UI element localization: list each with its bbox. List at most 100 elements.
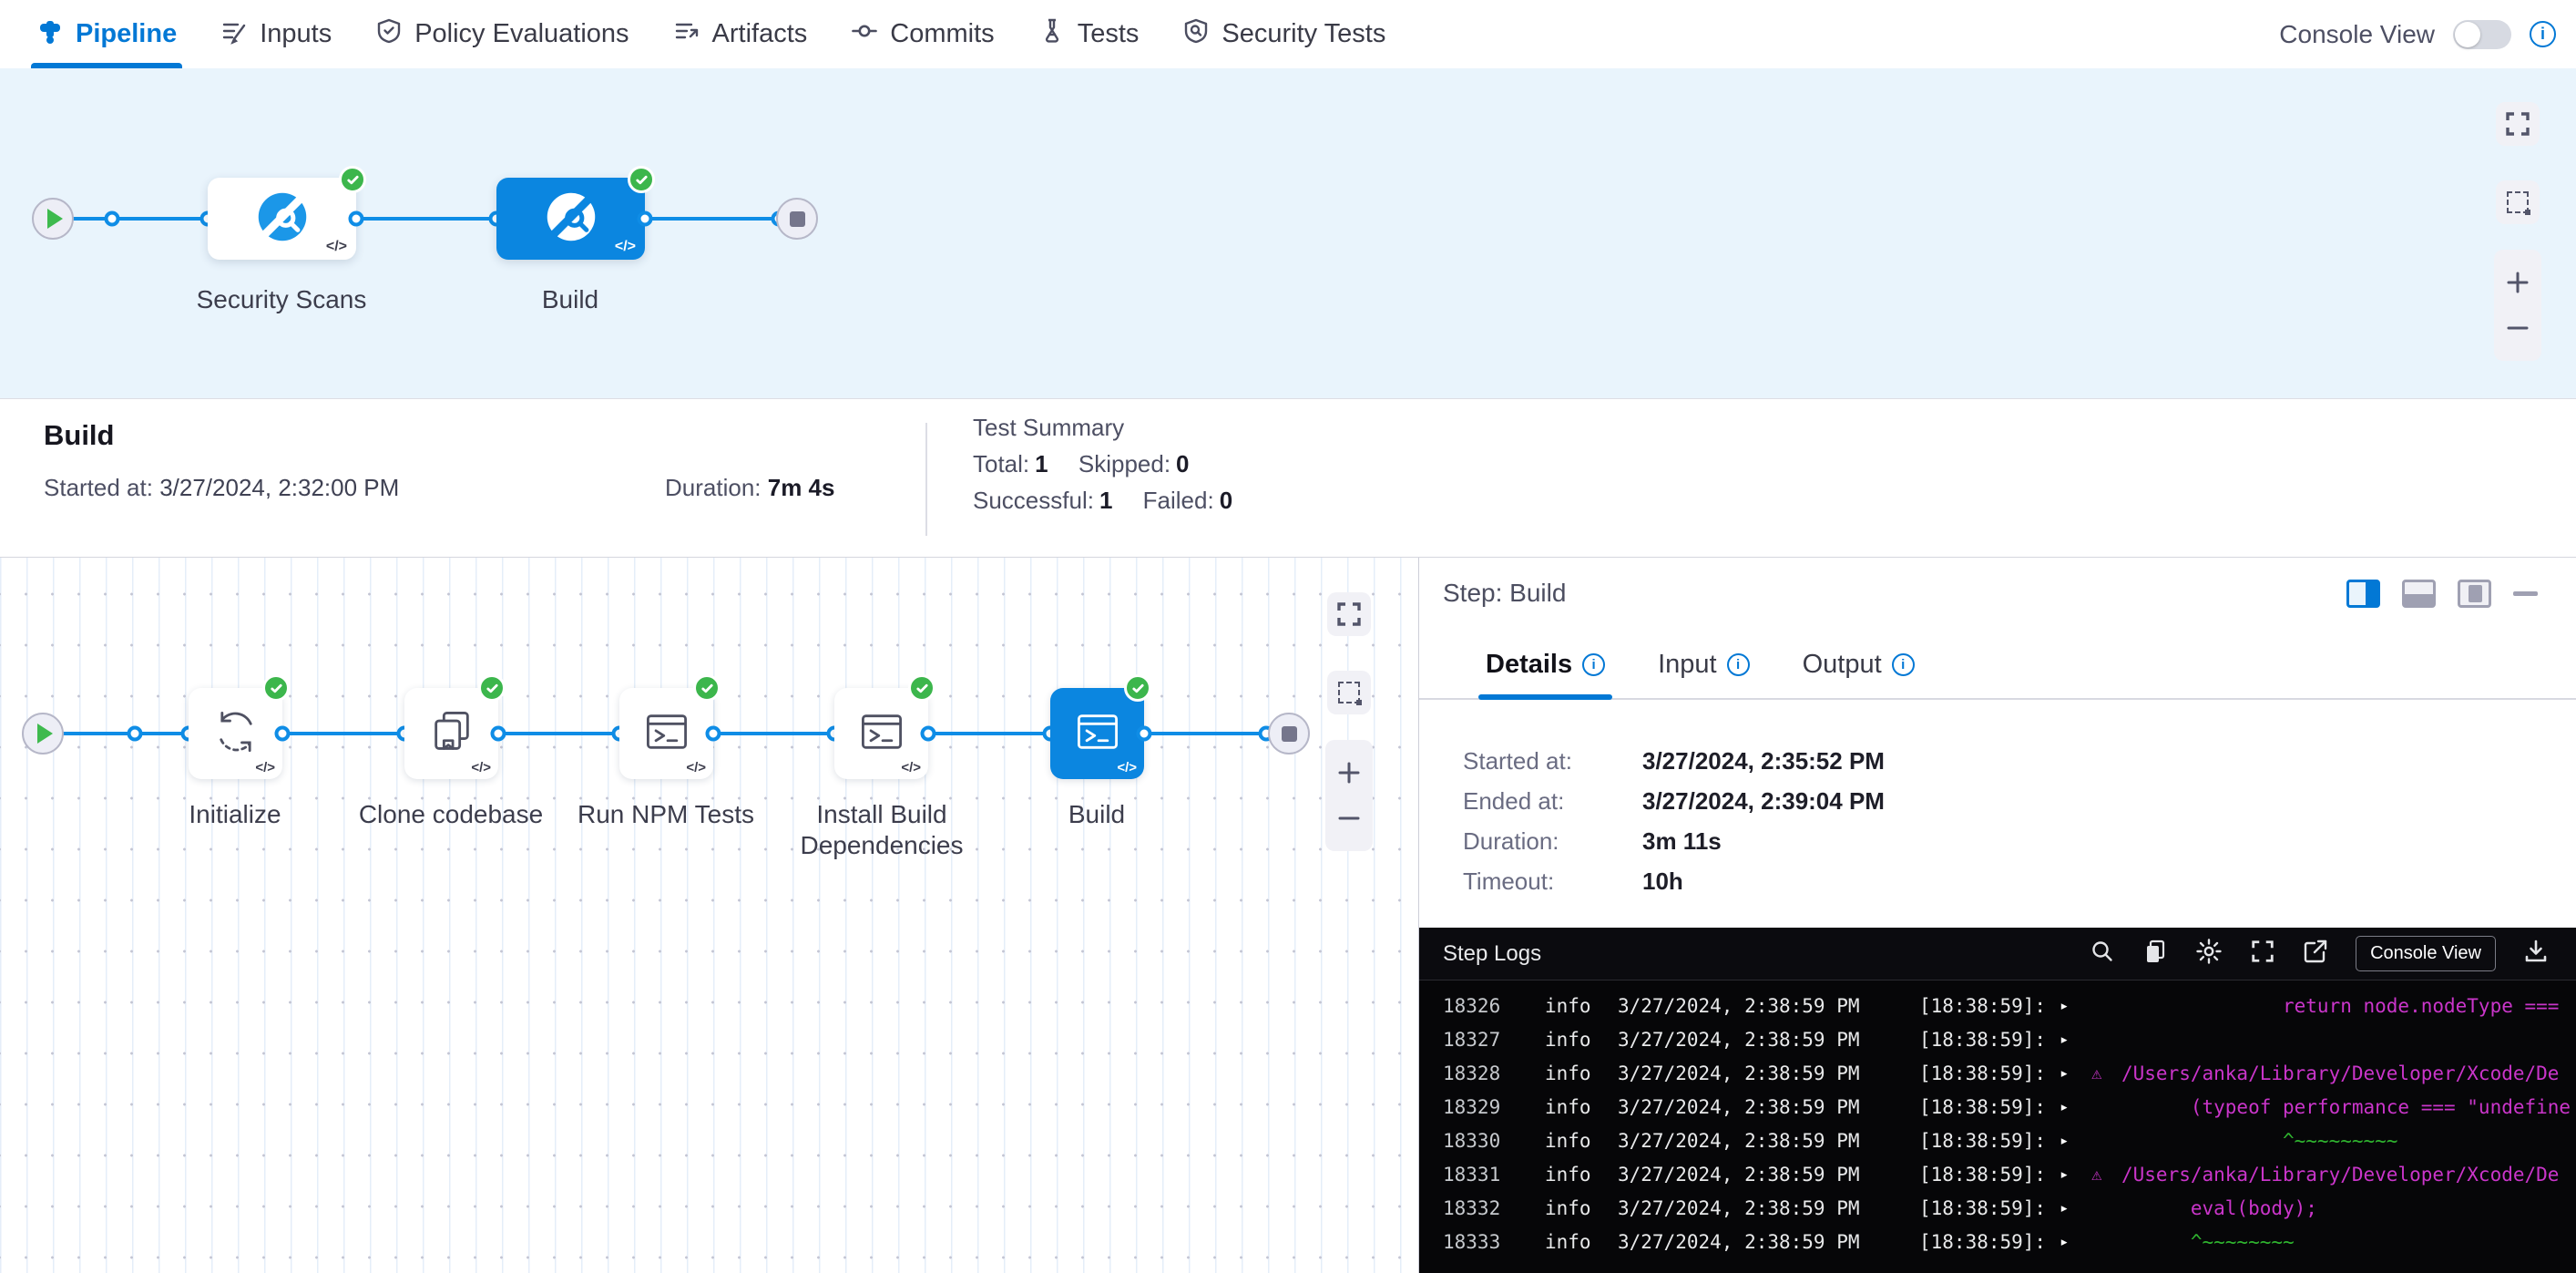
info-icon[interactable] [2530, 21, 2556, 47]
stage-node-build[interactable] [496, 178, 645, 260]
log-message: /Users/anka/Library/Developer/Xcode/De [2121, 1057, 2559, 1091]
started-at-label: Started at: [44, 474, 153, 501]
stage-node-security-scans[interactable] [208, 178, 356, 260]
zoom-out-button[interactable] [2494, 316, 2541, 340]
expand-caret-icon[interactable]: ▸ [2060, 1158, 2091, 1192]
console-view-toggle[interactable] [2453, 20, 2511, 49]
marquee-select-button[interactable] [2496, 180, 2540, 224]
expand-caret-icon[interactable]: ▸ [2060, 990, 2091, 1023]
log-date: 3/27/2024, 2:38:59 PM [1618, 1124, 1919, 1158]
log-date: 3/27/2024, 2:38:59 PM [1618, 1023, 1919, 1057]
zoom-controls [1325, 740, 1373, 851]
log-message: ^~~~~~~~~ [2121, 1226, 2295, 1259]
expand-caret-icon[interactable]: ▸ [2060, 1192, 2091, 1226]
clone-icon [428, 708, 475, 760]
tab-output[interactable]: Output [1803, 650, 1915, 698]
warn-slot [2091, 1192, 2121, 1226]
code-glyph [901, 760, 921, 775]
download-logs-button[interactable] [2523, 939, 2549, 969]
copy-logs-button[interactable] [2142, 939, 2168, 969]
total-label: Total: [973, 450, 1029, 477]
log-date: 3/27/2024, 2:38:59 PM [1618, 1057, 1919, 1091]
detail-label: Ended at: [1463, 787, 1642, 816]
edge-port [638, 211, 653, 227]
play-icon [37, 724, 53, 744]
detail-row: Started at: 3/27/2024, 2:35:52 PM [1463, 747, 2576, 775]
log-level: info [1545, 1023, 1618, 1057]
fullscreen-logs-button[interactable] [2250, 939, 2275, 969]
marquee-select-button[interactable] [1327, 671, 1371, 714]
fit-to-screen-button[interactable] [1327, 592, 1371, 636]
successful-label: Successful: [973, 487, 1094, 514]
log-line-number: 18328 [1443, 1057, 1545, 1091]
tab-commits[interactable]: Commits [851, 0, 994, 68]
detail-label: Started at: [1463, 747, 1642, 775]
started-at-value: 3/27/2024, 2:32:00 PM [159, 474, 399, 501]
step-node-run-npm-tests[interactable] [619, 688, 713, 779]
console-view-button[interactable]: Console View [2356, 936, 2496, 971]
log-line: 18333info3/27/2024, 2:38:59 PM[18:38:59]… [1419, 1226, 2576, 1259]
info-icon[interactable] [1892, 653, 1915, 676]
tab-artifacts[interactable]: Artifacts [673, 0, 808, 68]
expand-caret-icon[interactable]: ▸ [2060, 1057, 2091, 1091]
search-logs-button[interactable] [2090, 939, 2115, 969]
fit-to-screen-button[interactable] [2496, 102, 2540, 146]
layout-floating-button[interactable] [2458, 580, 2491, 608]
tab-policy-evaluations[interactable]: Policy Evaluations [375, 0, 629, 68]
tab-tests[interactable]: Tests [1038, 0, 1140, 68]
log-line-number: 18330 [1443, 1124, 1545, 1158]
log-time-prefix: [18:38:59]: [1919, 1158, 2060, 1192]
zoom-in-button[interactable] [1325, 761, 1373, 785]
step-label: Clone codebase [332, 799, 569, 830]
pipeline-execution-page: Pipeline Inputs Policy Evaluations Artif… [0, 0, 2576, 1273]
pipeline-icon [36, 17, 64, 52]
expand-caret-icon[interactable]: ▸ [2060, 1124, 2091, 1158]
divider [925, 423, 927, 536]
log-date: 3/27/2024, 2:38:59 PM [1618, 1192, 1919, 1226]
tab-input[interactable]: Input [1658, 650, 1750, 698]
artifacts-icon [673, 17, 700, 52]
log-level: info [1545, 990, 1618, 1023]
tab-details[interactable]: Details [1486, 650, 1605, 698]
log-message: /Users/anka/Library/Developer/Xcode/De [2121, 1158, 2559, 1192]
log-settings-button[interactable] [2195, 938, 2223, 970]
detail-value: 3m 11s [1642, 827, 1722, 856]
step-node-clone-codebase[interactable] [404, 688, 498, 779]
info-icon[interactable] [1727, 653, 1750, 676]
edge-port [128, 726, 143, 742]
stop-icon [790, 211, 805, 227]
log-time-prefix: [18:38:59]: [1919, 1192, 2060, 1226]
step-node-initialize[interactable] [189, 688, 282, 779]
zoom-out-button[interactable] [1325, 806, 1373, 830]
expand-caret-icon[interactable]: ▸ [2060, 1091, 2091, 1124]
pipeline-start-node [32, 198, 74, 240]
tab-security-tests[interactable]: Security Tests [1182, 0, 1385, 68]
code-glyph [686, 760, 706, 775]
tab-inputs[interactable]: Inputs [220, 0, 332, 68]
step-node-build[interactable] [1050, 688, 1144, 779]
open-in-new-button[interactable] [2303, 939, 2328, 969]
step-node-install-build-dependencies[interactable] [834, 688, 928, 779]
tab-pipeline[interactable]: Pipeline [36, 0, 177, 68]
duration: Duration: 7m 4s [665, 474, 834, 502]
edge-port [706, 726, 721, 742]
warning-icon: ⚠ [2091, 1057, 2121, 1091]
stage-edge [53, 217, 797, 221]
logs-toolbar: Console View [2090, 936, 2549, 971]
test-summary-row: Successful:1 Failed:0 [973, 487, 1232, 515]
zoom-in-button[interactable] [2494, 271, 2541, 294]
layout-split-bottom-button[interactable] [2402, 580, 2436, 608]
terminal-icon [643, 708, 690, 760]
layout-split-right-button[interactable] [2346, 580, 2380, 608]
expand-caret-icon[interactable]: ▸ [2060, 1023, 2091, 1057]
success-badge [693, 674, 721, 702]
step-details: Started at: 3/27/2024, 2:35:52 PM Ended … [1419, 700, 2576, 928]
minimize-panel-button[interactable] [2513, 591, 2538, 596]
log-time-prefix: [18:38:59]: [1919, 1124, 2060, 1158]
success-badge [262, 674, 290, 702]
step-label: Build [978, 799, 1215, 830]
info-icon[interactable] [1582, 653, 1605, 676]
expand-caret-icon[interactable]: ▸ [2060, 1226, 2091, 1259]
tab-label: Pipeline [76, 19, 177, 49]
test-summary-title: Test Summary [973, 414, 1232, 442]
